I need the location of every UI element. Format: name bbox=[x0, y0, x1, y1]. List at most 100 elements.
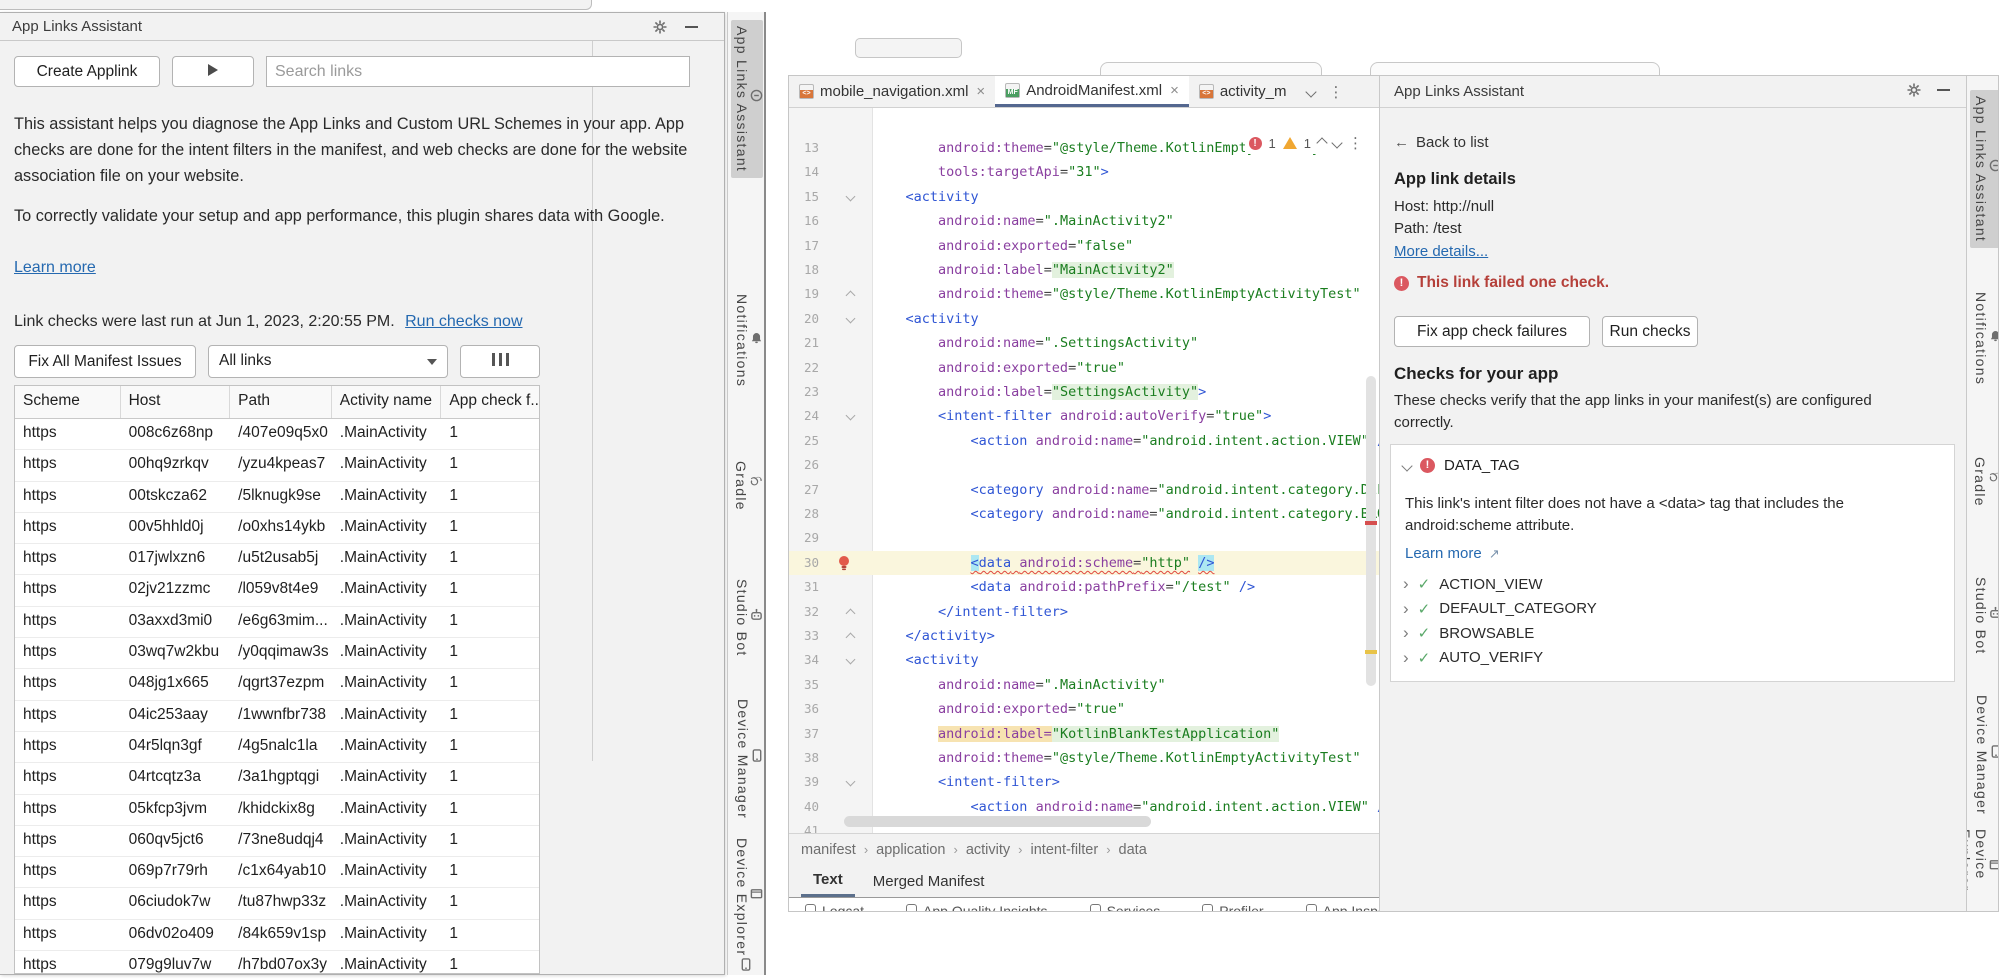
warning-stripe-mark[interactable] bbox=[1365, 650, 1377, 654]
code-line[interactable]: 21android:name=".SettingsActivity" bbox=[789, 331, 1379, 355]
tool-strip-item-device-explorer[interactable]: Device Explorer bbox=[731, 832, 763, 962]
learn-more-link[interactable]: Learn more bbox=[14, 259, 96, 277]
table-row[interactable]: https00v5hhld0j/o0xhs14ykb.MainActivity1 bbox=[15, 513, 539, 544]
more-options-icon[interactable]: ⋮ bbox=[1348, 134, 1363, 152]
fold-marker-icon[interactable] bbox=[846, 313, 856, 323]
table-row[interactable]: https04ic253aay/1wwnfbr738.MainActivity1 bbox=[15, 701, 539, 732]
table-row[interactable]: https03axxd3mi0/e6g63mim....MainActivity… bbox=[15, 607, 539, 638]
inspections-widget[interactable]: !1 1 ⋮ bbox=[1245, 132, 1367, 154]
close-icon[interactable]: × bbox=[976, 83, 985, 100]
tool-window-button-logcat[interactable]: Logcat bbox=[805, 901, 864, 912]
code-line[interactable]: 28<category android:name="android.intent… bbox=[789, 502, 1379, 526]
code-line[interactable]: 38android:theme="@style/Theme.KotlinEmpt… bbox=[789, 746, 1379, 770]
tool-window-button-app-quality-insights[interactable]: App Quality Insights bbox=[906, 901, 1048, 912]
fold-marker-icon[interactable] bbox=[846, 411, 856, 421]
table-header-cell[interactable]: Activity name bbox=[332, 386, 442, 418]
table-header-cell[interactable]: Host bbox=[121, 386, 231, 418]
failed-check-row[interactable]: ! DATA_TAG bbox=[1403, 457, 1520, 474]
breadcrumb-item-data[interactable]: data bbox=[1119, 842, 1147, 858]
table-row[interactable]: https04r5lqn3gf/4g5nalc1la.MainActivity1 bbox=[15, 732, 539, 763]
fix-all-manifest-issues-button[interactable]: Fix All Manifest Issues bbox=[14, 345, 196, 378]
table-row[interactable]: https04rtcqtz3a/3a1hgptqgi.MainActivity1 bbox=[15, 763, 539, 794]
code-line[interactable]: 19android:theme="@style/Theme.KotlinEmpt… bbox=[789, 282, 1379, 306]
code-line[interactable]: 31<data android:pathPrefix="/test" /> bbox=[789, 575, 1379, 599]
table-row[interactable]: https06dv02o409/84k659v1sp.MainActivity1 bbox=[15, 920, 539, 951]
code-line[interactable]: 15<activity bbox=[789, 185, 1379, 209]
tool-strip-item-app-links-assistant[interactable]: App Links Assistant bbox=[731, 20, 763, 178]
code-line[interactable]: 35android:name=".MainActivity" bbox=[789, 673, 1379, 697]
search-input[interactable] bbox=[266, 56, 690, 87]
check-row-default_category[interactable]: ›✓DEFAULT_CATEGORY bbox=[1403, 600, 1597, 618]
check-row-browsable[interactable]: ›✓BROWSABLE bbox=[1403, 624, 1534, 642]
fold-marker-icon[interactable] bbox=[846, 655, 856, 665]
window-titlebar[interactable]: App Links Assistant bbox=[0, 13, 724, 41]
code-line[interactable]: 27<category android:name="android.intent… bbox=[789, 478, 1379, 502]
code-line[interactable]: 22android:exported="true" bbox=[789, 356, 1379, 380]
fold-marker-icon[interactable] bbox=[846, 608, 856, 618]
table-row[interactable]: https008c6z68np/407e09q5x0.MainActivity1 bbox=[15, 419, 539, 450]
code-line[interactable]: 29 bbox=[789, 526, 1379, 550]
previous-issue-icon[interactable] bbox=[1316, 137, 1327, 148]
code-line[interactable]: 20<activity bbox=[789, 307, 1379, 331]
tool-window-button-app-inspection[interactable]: App Inspection bbox=[1306, 901, 1379, 912]
code-line[interactable]: 32</intent-filter> bbox=[789, 600, 1379, 624]
tool-strip-item-gradle[interactable]: Gradle bbox=[731, 455, 763, 517]
learn-more-row[interactable]: Learn more ↗ bbox=[1405, 545, 1500, 562]
run-checks-now-link[interactable]: Run checks now bbox=[405, 313, 522, 330]
breadcrumb-item-activity[interactable]: activity bbox=[966, 842, 1010, 858]
tabs-menu-icon[interactable]: ⋮ bbox=[1329, 83, 1344, 101]
create-applink-button[interactable]: Create Applink bbox=[14, 56, 160, 87]
table-row[interactable]: https03wq7w2kbu/y0qqimaw3s.MainActivity1 bbox=[15, 638, 539, 669]
code-line[interactable]: 33</activity> bbox=[789, 624, 1379, 648]
gear-icon[interactable] bbox=[1906, 82, 1922, 98]
fold-marker-icon[interactable] bbox=[846, 777, 856, 787]
table-header-cell[interactable]: Path bbox=[230, 386, 332, 418]
table-row[interactable]: https02jv21zzmc/l059v8t4e9.MainActivity1 bbox=[15, 575, 539, 606]
editor[interactable]: 13android:theme="@style/Theme.KotlinEmpt… bbox=[789, 108, 1379, 833]
close-icon[interactable]: × bbox=[1170, 82, 1179, 99]
code-line[interactable]: 25<action android:name="android.intent.a… bbox=[789, 429, 1379, 453]
horizontal-scrollbar[interactable] bbox=[844, 816, 1151, 827]
table-row[interactable]: https06ciudok7w/tu87hwp33z.MainActivity1 bbox=[15, 888, 539, 919]
code-line[interactable]: 30<data android:scheme="http" /> bbox=[789, 551, 1379, 575]
table-row[interactable]: https017jwlxzn6/u5t2usab5j.MainActivity1 bbox=[15, 544, 539, 575]
next-issue-icon[interactable] bbox=[1331, 137, 1342, 148]
breadcrumb-item-intent-filter[interactable]: intent-filter bbox=[1031, 842, 1099, 858]
tool-strip-item-device-manager[interactable]: Device Manager bbox=[731, 693, 763, 825]
run-checks-button[interactable]: Run checks bbox=[1602, 316, 1698, 347]
table-row[interactable]: https00tskcza62/5lknugk9se.MainActivity1 bbox=[15, 482, 539, 513]
tool-window-button-services[interactable]: Services bbox=[1090, 901, 1161, 912]
learn-more-link[interactable]: Learn more bbox=[1405, 545, 1482, 562]
fold-marker-icon[interactable] bbox=[846, 291, 856, 301]
tool-strip-item-device-manager[interactable]: Device Manager bbox=[1970, 689, 1999, 821]
panel-titlebar[interactable]: App Links Assistant bbox=[1380, 76, 1966, 108]
fold-marker-icon[interactable] bbox=[846, 191, 856, 201]
tool-strip-item-notifications[interactable]: Notifications bbox=[1970, 286, 1999, 391]
editor-tab-activity_m[interactable]: <>activity_m bbox=[1189, 76, 1297, 107]
links-filter-dropdown[interactable]: All links bbox=[208, 345, 448, 378]
gear-icon[interactable] bbox=[652, 19, 668, 35]
device-icon[interactable] bbox=[740, 958, 752, 971]
breadcrumb-item-manifest[interactable]: manifest bbox=[801, 842, 856, 858]
vertical-scrollbar[interactable] bbox=[1366, 376, 1376, 686]
run-play-button[interactable] bbox=[172, 56, 254, 87]
code-line[interactable]: 37android:label="KotlinBlankTestApplicat… bbox=[789, 722, 1379, 746]
code-line[interactable]: 39<intent-filter> bbox=[789, 770, 1379, 794]
tool-strip-item-app-links-assistant[interactable]: App Links Assistant bbox=[1970, 90, 1999, 248]
code-line[interactable]: 34<activity bbox=[789, 648, 1379, 672]
table-header-cell[interactable]: App check f... bbox=[441, 386, 539, 418]
table-row[interactable]: https060qv5jct6/73ne8udqj4.MainActivity1 bbox=[15, 826, 539, 857]
tool-strip-item-gradle[interactable]: Gradle bbox=[1970, 451, 1999, 513]
fold-marker-icon[interactable] bbox=[846, 633, 856, 643]
minimize-icon[interactable] bbox=[1937, 89, 1950, 91]
tool-window-button-profiler[interactable]: Profiler bbox=[1202, 901, 1263, 912]
code-line[interactable]: 14tools:targetApi="31"> bbox=[789, 160, 1379, 184]
table-row[interactable]: https048jg1x665/qgrt37ezpm.MainActivity1 bbox=[15, 669, 539, 700]
tool-strip-item-studio-bot[interactable]: Studio Bot bbox=[731, 573, 763, 663]
code-line[interactable]: 17android:exported="false" bbox=[789, 234, 1379, 258]
tool-strip-item-notifications[interactable]: Notifications bbox=[731, 288, 763, 393]
minimize-icon[interactable] bbox=[685, 26, 698, 28]
fix-app-check-failures-button[interactable]: Fix app check failures bbox=[1394, 316, 1590, 347]
check-row-auto_verify[interactable]: ›✓AUTO_VERIFY bbox=[1403, 649, 1543, 667]
error-stripe-mark[interactable] bbox=[1365, 521, 1377, 525]
